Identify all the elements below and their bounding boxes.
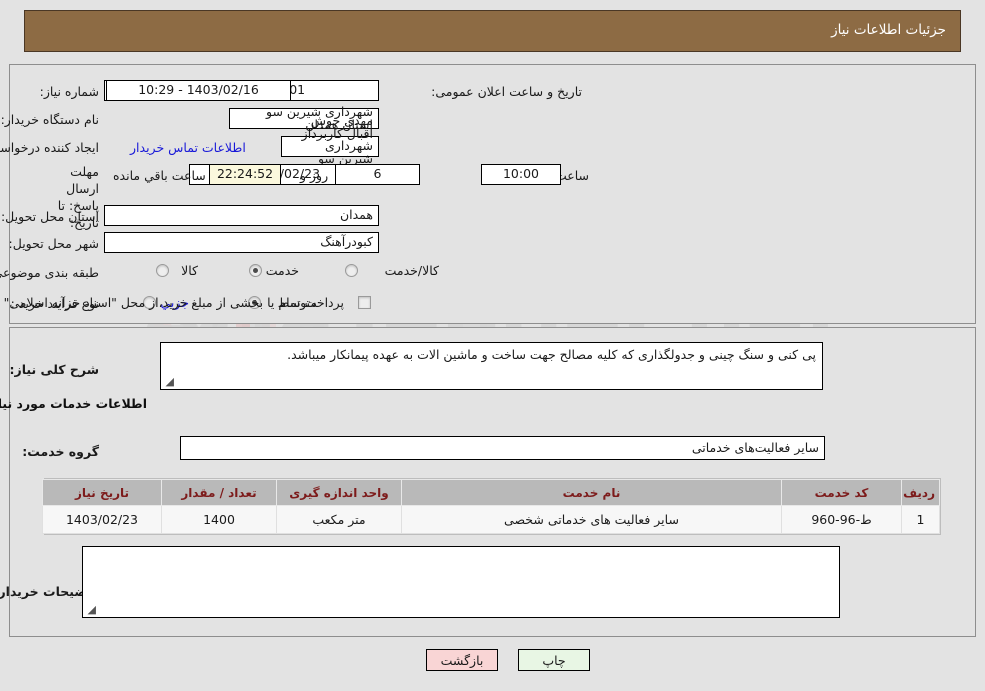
back-button[interactable]: بازگشت — [426, 649, 498, 671]
need-info-panel — [9, 64, 976, 324]
table-row: 1 ط-96-960 سایر فعالیت های خدماتی شخصی م… — [42, 505, 940, 534]
cell-radif: 1 — [901, 505, 940, 534]
radio-category-kala-label: کالا — [181, 263, 198, 278]
description-value: پی کنی و سنگ چینی و جدولگذاری که کلیه مص… — [287, 347, 816, 362]
page-root: AriaTender.net جزئیات اطلاعات نیاز شماره… — [0, 0, 985, 691]
treasury-bonds-label: پرداخت تمام یا بخشی از مبلغ خرید،از محل … — [0, 295, 344, 310]
city-label: شهر محل تحویل: — [8, 236, 99, 251]
announce-datetime-value: 1403/02/16 - 10:29 — [106, 80, 291, 101]
buyer-contact-link[interactable]: اطلاعات تماس خریدار — [130, 140, 246, 155]
category-label: طبقه بندی موضوعی: — [0, 265, 99, 280]
th-unit: واحد اندازه گیری — [276, 479, 402, 506]
description-label: شرح کلی نیاز: — [9, 362, 99, 377]
radio-category-kala-khedmat-label: کالا/خدمت — [384, 263, 439, 278]
radio-category-kala-khedmat[interactable] — [345, 264, 358, 277]
buyer-org-label: نام دستگاه خریدار: — [0, 112, 99, 127]
countdown-timer: 22:24:52 — [209, 164, 281, 185]
services-table: ردیف کد خدمت نام خدمت واحد اندازه گیری ت… — [42, 478, 941, 535]
th-quantity: تعداد / مقدار — [161, 479, 277, 506]
cell-need-date: 1403/02/23 — [42, 505, 162, 534]
th-service-code: کد خدمت — [781, 479, 902, 506]
service-group-label: گروه خدمت: — [22, 444, 99, 459]
services-section-title: اطلاعات خدمات مورد نیاز — [0, 396, 147, 411]
buyer-notes-textarea[interactable]: ◢ — [82, 546, 840, 618]
treasury-bonds-checkbox[interactable] — [358, 296, 371, 309]
cell-service-code: ط-96-960 — [781, 505, 902, 534]
radio-category-khedmat[interactable] — [249, 264, 262, 277]
requester-label: ایجاد کننده درخواست: — [0, 140, 99, 155]
service-group-value: سایر فعالیت‌های خدماتی — [180, 436, 825, 460]
need-number-label: شماره نیاز: — [39, 84, 99, 99]
requester-value: مهدی خوش اقبال کاربرداز شهرداری شیرین سو… — [281, 115, 379, 177]
cell-unit: متر مکعب — [276, 505, 402, 534]
cell-service-name: سایر فعالیت های خدماتی شخصی — [401, 505, 782, 534]
cell-quantity: 1400 — [161, 505, 277, 534]
radio-category-kala[interactable] — [156, 264, 169, 277]
resize-handle-icon-2[interactable]: ◢ — [86, 604, 96, 615]
announce-datetime-label: تاریخ و ساعت اعلان عمومی: — [431, 84, 582, 99]
th-service-name: نام خدمت — [401, 479, 782, 506]
th-radif: ردیف — [901, 479, 940, 506]
days-and-label: روز و — [300, 168, 329, 183]
remaining-suffix-label: ساعت باقي مانده — [113, 168, 206, 183]
province-value: همدان — [104, 205, 379, 226]
deadline-time-value: 10:00 — [481, 164, 561, 185]
description-textarea[interactable]: پی کنی و سنگ چینی و جدولگذاری که کلیه مص… — [160, 342, 823, 390]
th-need-date: تاریخ نیاز — [42, 479, 162, 506]
page-title: جزئیات اطلاعات نیاز — [831, 22, 946, 38]
city-value: کبودرآهنگ — [104, 232, 379, 253]
resize-handle-icon[interactable]: ◢ — [164, 376, 174, 387]
days-remaining-value: 6 — [335, 164, 420, 185]
radio-category-khedmat-label: خدمت — [265, 263, 299, 278]
province-label: استان محل تحویل: — [0, 209, 99, 224]
print-button[interactable]: چاپ — [518, 649, 590, 671]
header-bar: جزئیات اطلاعات نیاز — [24, 10, 961, 52]
table-header-row: ردیف کد خدمت نام خدمت واحد اندازه گیری ت… — [42, 479, 940, 506]
